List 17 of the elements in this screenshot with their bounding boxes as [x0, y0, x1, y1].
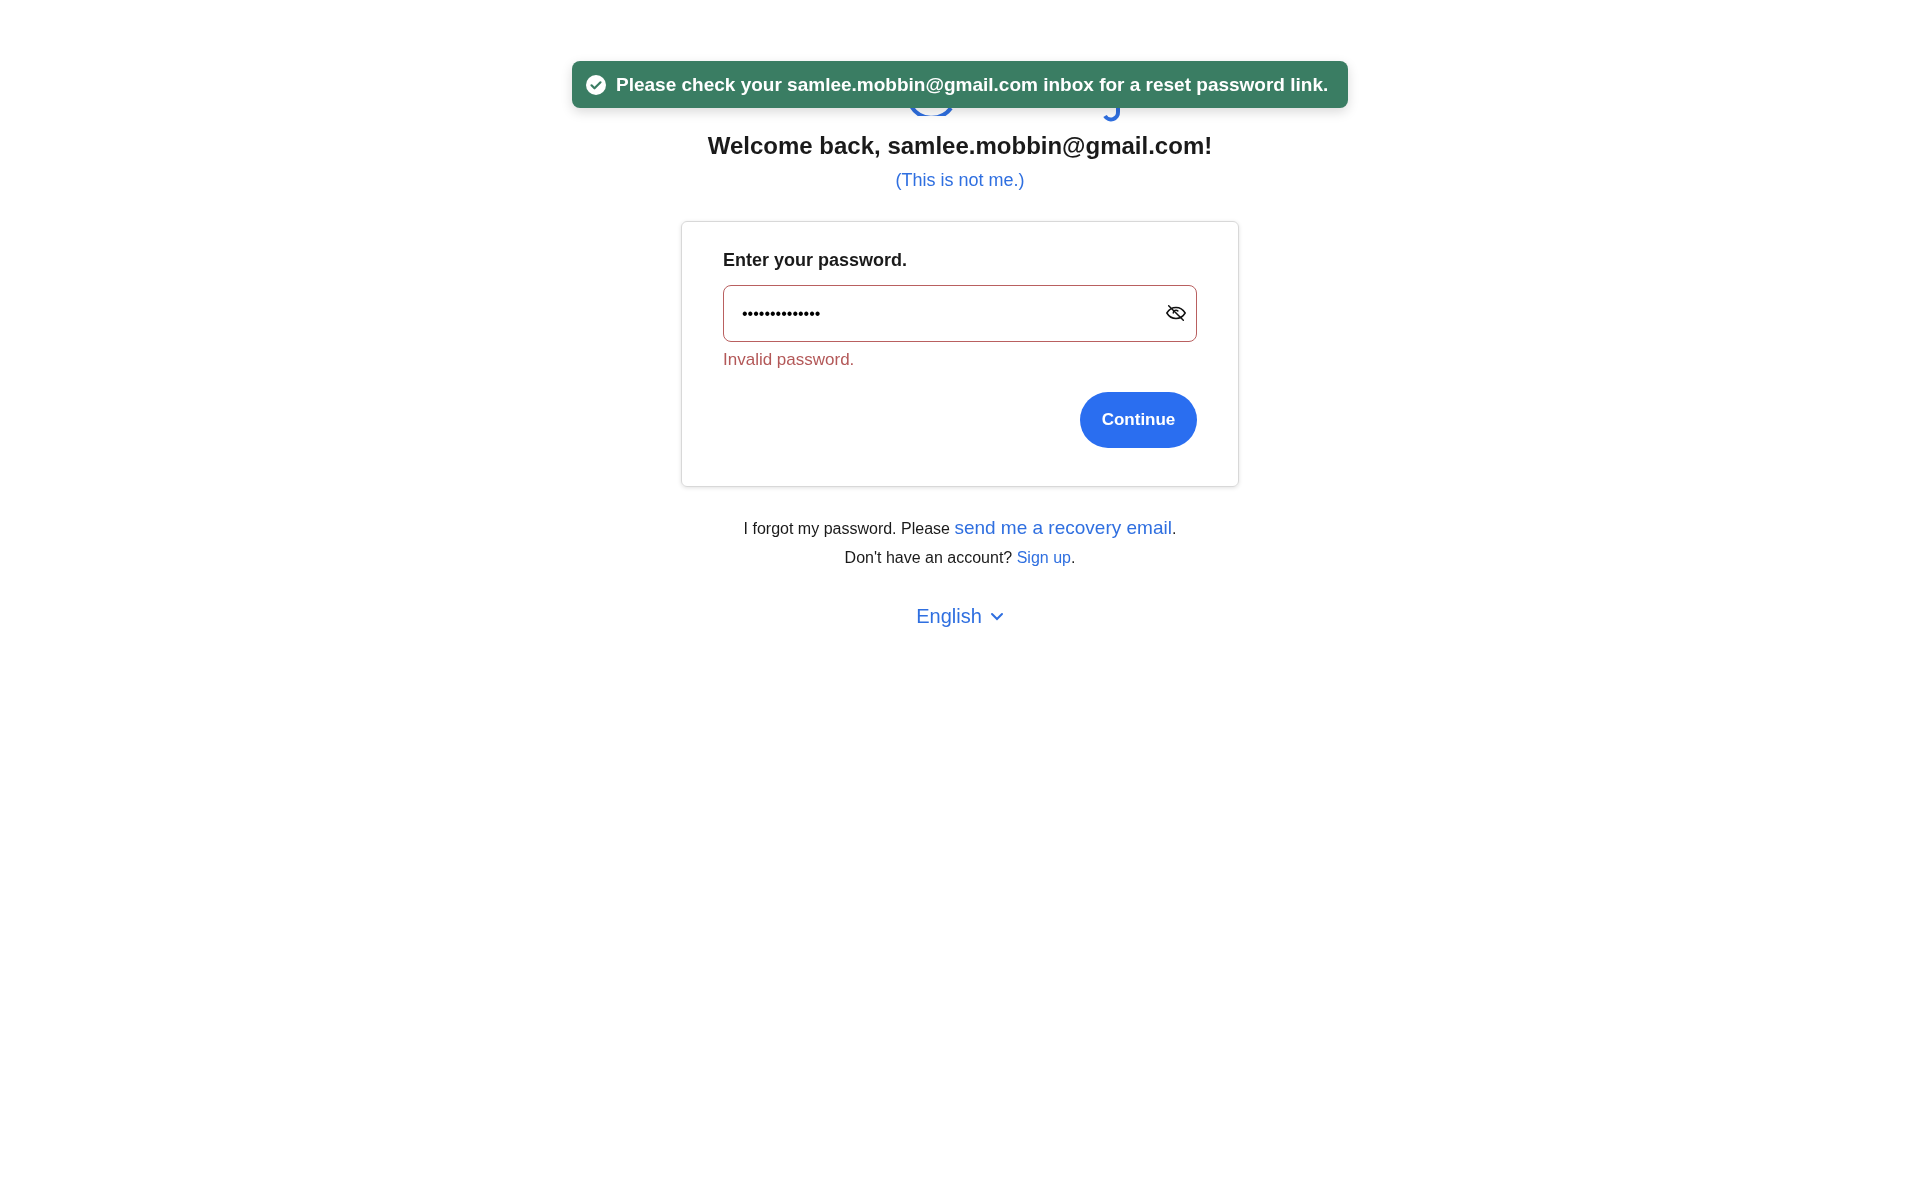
chevron-down-icon [989, 611, 1004, 622]
logo-hook-drawing [1103, 106, 1121, 122]
continue-button[interactable]: Continue [1080, 392, 1197, 448]
check-circle-icon [586, 74, 606, 95]
error-message: Invalid password. [723, 350, 856, 370]
eye-slash-icon[interactable] [1165, 302, 1187, 324]
sign-up-link[interactable]: Sign up [1016, 549, 1071, 566]
not-me-link[interactable]: (This is not me.) [895, 170, 1025, 191]
welcome-heading: Welcome back, samlee.mobbin@gmail.com! [707, 132, 1213, 160]
toast-message: Please check your samlee.mobbin@gmail.com inbox for a reset password link. [616, 73, 1329, 96]
signup-text: Don't have an account? Sign up. [844, 549, 1076, 567]
password-field[interactable]: •••••••••••••• [723, 285, 1197, 342]
logo-arc-drawing [909, 106, 953, 116]
language-selector[interactable]: English [916, 605, 1004, 628]
forgot-password-text: I forgot my password. Please send me a recovery email. [743, 517, 1177, 539]
password-label: Enter your password. [723, 250, 909, 271]
recovery-email-link[interactable]: send me a recovery email [954, 517, 1172, 538]
